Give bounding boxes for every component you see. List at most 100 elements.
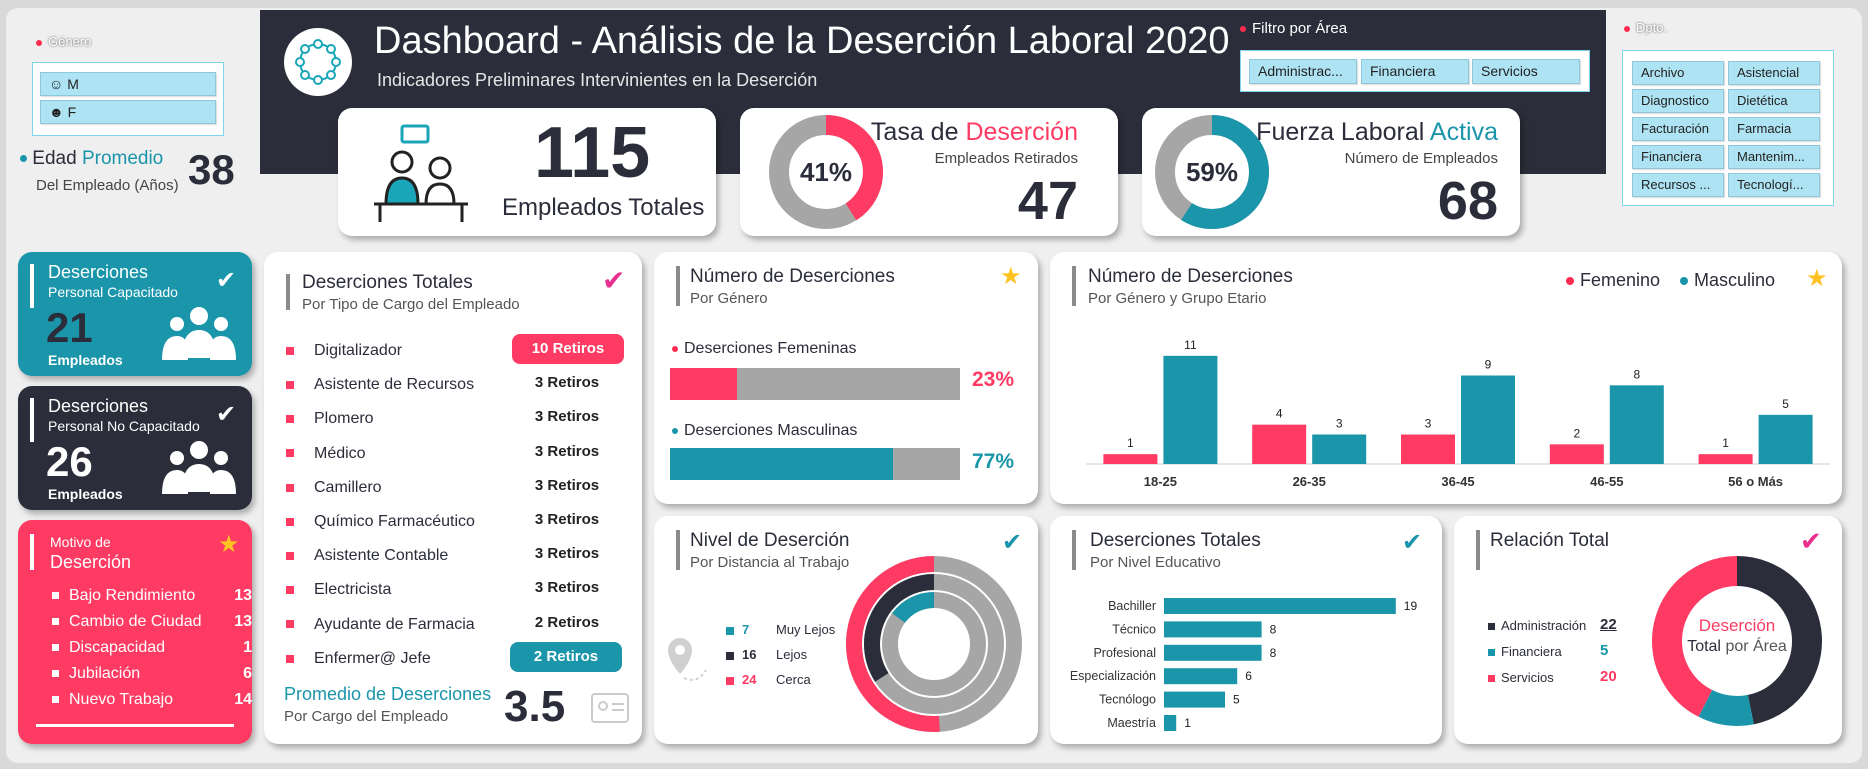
bullet: [52, 618, 59, 626]
dpto-option[interactable]: Financiera: [1632, 145, 1724, 169]
cargo-item-value: 3 Retiros: [534, 579, 600, 597]
filtro-area-option-financiera[interactable]: Financiera: [1361, 59, 1469, 84]
cargo-item-value-highlight: 2 Retiros: [510, 641, 622, 672]
genero-option-f[interactable]: ☻ F: [40, 100, 216, 124]
distancia-sub: Por Distancia al Trabajo: [690, 554, 850, 571]
data-label: 1: [1184, 716, 1191, 730]
legend-swatch: [726, 626, 734, 635]
no-capacitado-value: 26: [46, 438, 93, 485]
cargo-item-label: Médico: [314, 444, 366, 462]
cargo-item-label: Ayudante de Farmacia: [314, 615, 475, 633]
bar: [1164, 621, 1262, 638]
distancia-legend-item: 24 Cerca: [726, 672, 811, 687]
bullet: [286, 449, 294, 458]
genero-option-m[interactable]: ☺ M: [40, 72, 216, 96]
legend-swatch: [726, 651, 734, 660]
data-label: 9: [1485, 358, 1492, 372]
motivo-title-b: Deserción: [50, 552, 132, 572]
motivo-item-value: 1: [243, 639, 252, 656]
kpi-empleados-totales-value: 115: [534, 113, 651, 193]
bullet: [286, 483, 294, 492]
relacion-title: Relación Total: [1490, 530, 1610, 551]
data-label: 5: [1782, 397, 1789, 411]
cargo-item: Camillero: [286, 479, 382, 497]
dpto-option[interactable]: Diagnostico: [1632, 89, 1724, 113]
cargo-item: Asistente Contable: [286, 547, 448, 565]
filtro-area-option-administracion[interactable]: Administrac...: [1249, 59, 1357, 84]
check-icon: ✔: [216, 267, 237, 294]
fem-bar-track: [670, 368, 960, 400]
promedio-title: Promedio de Deserciones: [284, 684, 492, 704]
promedio-sub: Por Cargo del Empleado: [284, 708, 449, 725]
female-icon: ☻: [49, 104, 64, 120]
cargo-item-value: 3 Retiros: [534, 545, 600, 563]
relacion-legend-item: Financiera: [1488, 644, 1562, 659]
dpto-option[interactable]: Recursos ...: [1632, 173, 1724, 197]
legend-femenino: Femenino: [1566, 270, 1660, 291]
distancia-legend-item: 16 Lejos: [726, 647, 807, 662]
bar: [1164, 691, 1225, 708]
mas-percent: 77%: [972, 450, 1015, 473]
legend-masculino: Masculino: [1680, 270, 1775, 291]
edad-promedio-sub: Del Empleado (Años): [36, 177, 179, 194]
relacion-legend-label: Financiera: [1501, 644, 1562, 659]
dpto-option[interactable]: Archivo: [1632, 61, 1724, 85]
x-tick-label: 36-45: [1441, 474, 1474, 489]
x-tick-label: 18-25: [1144, 474, 1177, 489]
dpto-option[interactable]: Facturación: [1632, 117, 1724, 141]
dpto-option[interactable]: Asistencial: [1728, 61, 1820, 85]
cargo-item: Enfermer@ Jefe: [286, 650, 431, 668]
divider: [36, 724, 234, 727]
bar-femenino: [1103, 454, 1158, 464]
tasa-value: 47: [1017, 171, 1078, 231]
cargo-item-value: 3 Retiros: [534, 408, 600, 426]
motivo-item-label: Discapacidad: [69, 639, 166, 656]
no-capacitado-unit: Empleados: [48, 486, 123, 502]
kpi-empleados-totales-label: Empleados Totales: [502, 194, 705, 221]
y-tick-label: Maestría: [1107, 716, 1156, 730]
page-title: Dashboard - Análisis de la Deserción Lab…: [374, 20, 1230, 62]
bar-femenino: [1401, 434, 1455, 464]
relacion-legend-label: Administración: [1501, 618, 1587, 633]
data-label: 5: [1233, 693, 1240, 707]
edad-chart-card: Número de Deserciones Por Género y Grupo…: [1050, 252, 1842, 504]
y-tick-label: Tecnólogo: [1099, 693, 1156, 707]
page-subtitle: Indicadores Preliminares Intervinientes …: [377, 70, 818, 90]
kpi-fuerza-laboral-card: 59% Fuerza Laboral Activa Número de Empl…: [1142, 108, 1520, 236]
star-icon: ★: [1806, 265, 1828, 292]
data-label: 3: [1425, 417, 1432, 431]
bullet: [52, 592, 59, 600]
dpto-option[interactable]: Tecnologí...: [1728, 173, 1820, 197]
cargo-item: Médico: [286, 445, 366, 463]
distancia-value: 24: [742, 672, 757, 687]
distancia-label: Muy Lejos: [776, 622, 836, 637]
fem-percent: 23%: [972, 368, 1015, 391]
motivo-item-label: Bajo Rendimiento: [69, 587, 196, 604]
capacitado-value: 21: [46, 304, 93, 351]
legend-swatch: [726, 676, 734, 685]
bullet: [286, 346, 294, 355]
motivo-item-value: 6: [243, 665, 252, 682]
cargo-item: Ayudante de Farmacia: [286, 616, 475, 634]
filtro-area-option-servicios[interactable]: Servicios: [1472, 59, 1580, 84]
dpto-option[interactable]: Farmacia: [1728, 117, 1820, 141]
bar-masculino: [1163, 355, 1218, 464]
cargo-item: Plomero: [286, 410, 374, 428]
bar: [1164, 598, 1396, 614]
dpto-option[interactable]: Dietética: [1728, 89, 1820, 113]
relacion-center-a: Deserción: [1698, 616, 1776, 635]
motivo-item-label: Jubilación: [69, 665, 141, 682]
dpto-option[interactable]: Mantenim...: [1728, 145, 1820, 169]
motivo-item-label: Nuevo Trabajo: [69, 691, 174, 708]
check-icon: ✔: [1002, 529, 1023, 556]
fuerza-value: 68: [1437, 171, 1498, 231]
relacion-legend-item: Administración: [1488, 618, 1586, 633]
cargo-item-value: 3 Retiros: [534, 442, 600, 460]
mas-label: Deserciones Masculinas: [672, 422, 857, 440]
meeting-people-icon: [374, 124, 468, 222]
tasa-title: Tasa de Deserción: [870, 118, 1078, 146]
no-capacitado-sub: Personal No Capacitado: [48, 418, 200, 434]
cargo-sub: Por Tipo de Cargo del Empleado: [302, 296, 520, 313]
bullet: [286, 415, 294, 424]
logo: [284, 28, 352, 96]
